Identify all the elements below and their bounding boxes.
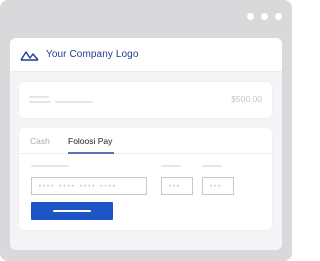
- expiry-input[interactable]: •••: [161, 177, 193, 195]
- browser-window: Your Company Logo $500.00 Cash Foloosi P…: [0, 0, 292, 261]
- expiry-label-placeholder: [161, 165, 181, 167]
- payment-tabs: Cash Foloosi Pay: [19, 128, 272, 154]
- window-menu-dots[interactable]: [247, 13, 282, 20]
- cvc-label-placeholder: [202, 165, 222, 167]
- mountain-logo-icon: [20, 49, 39, 61]
- checkout-page: Your Company Logo $500.00 Cash Foloosi P…: [10, 38, 282, 250]
- card-number-input[interactable]: •••• •••• •••• ••••: [31, 177, 147, 195]
- card-number-label-placeholder: [31, 165, 69, 167]
- placeholder-line: [29, 96, 49, 98]
- placeholder-line: [29, 101, 51, 103]
- active-tab-indicator: [68, 152, 114, 154]
- payment-card: Cash Foloosi Pay •••• •••• •••• •••• •••…: [19, 128, 272, 230]
- cvc-input[interactable]: •••: [202, 177, 234, 195]
- order-total: $500.00: [231, 94, 262, 104]
- dot-icon: [261, 13, 268, 20]
- placeholder-line: [55, 101, 93, 103]
- dot-icon: [247, 13, 254, 20]
- company-logo-text: Your Company Logo: [46, 49, 139, 60]
- pay-button[interactable]: [31, 202, 113, 220]
- page-header: Your Company Logo: [10, 38, 282, 72]
- pay-button-label-placeholder: [53, 210, 91, 212]
- tab-foloosi-pay[interactable]: Foloosi Pay: [68, 136, 112, 146]
- order-summary-card: $500.00: [19, 82, 272, 118]
- tab-cash[interactable]: Cash: [30, 136, 50, 146]
- dot-icon: [275, 13, 282, 20]
